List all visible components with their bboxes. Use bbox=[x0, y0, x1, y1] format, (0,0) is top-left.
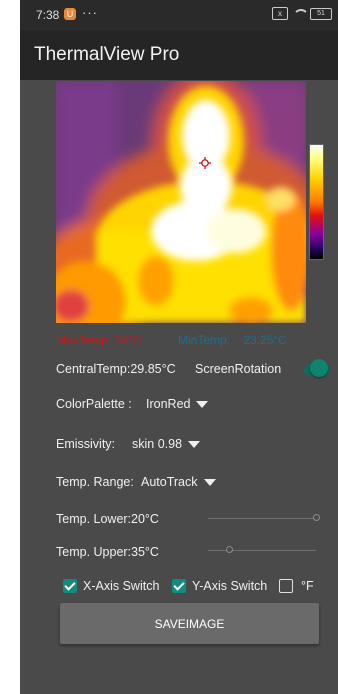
emissivity-dropdown[interactable]: skin 0.98 bbox=[132, 437, 201, 451]
temp-range-label: Temp. Range: bbox=[56, 475, 134, 489]
fahrenheit-checkbox[interactable] bbox=[279, 579, 293, 593]
phone-screen: 7:38 U ··· x 51 ThermalView Pro MaxTemp:… bbox=[20, 0, 338, 694]
status-icons: x 51 bbox=[272, 7, 332, 20]
thermal-image[interactable] bbox=[56, 81, 306, 323]
chevron-down-icon bbox=[188, 441, 201, 449]
fahrenheit-label: °F bbox=[301, 579, 314, 593]
temp-upper-label: Temp. Upper:35°C bbox=[56, 545, 159, 559]
notification-badge-icon: U bbox=[64, 8, 76, 20]
crosshair-icon bbox=[199, 157, 211, 169]
save-image-button[interactable]: SAVEIMAGE bbox=[60, 603, 319, 644]
thermal-heatmap bbox=[56, 81, 306, 323]
slider-track bbox=[208, 550, 316, 551]
x-axis-checkbox[interactable] bbox=[63, 579, 77, 593]
temp-range-value: AutoTrack bbox=[141, 475, 198, 489]
temp-range-dropdown[interactable]: AutoTrack bbox=[141, 475, 216, 489]
wifi-icon bbox=[292, 8, 309, 19]
slider-thumb[interactable] bbox=[313, 514, 320, 521]
max-temp-label: MaxTemp: 34°C bbox=[56, 333, 142, 347]
chevron-down-icon bbox=[196, 401, 209, 409]
min-temp-label: MinTemp: 23.25°C bbox=[178, 333, 287, 347]
chevron-down-icon bbox=[203, 479, 216, 487]
emissivity-value: skin 0.98 bbox=[132, 437, 183, 451]
battery-icon: 51 bbox=[310, 7, 332, 20]
x-axis-label: X-Axis Switch bbox=[83, 579, 160, 593]
toggle-knob[interactable] bbox=[310, 359, 328, 377]
color-scale-bar bbox=[309, 144, 324, 260]
color-palette-dropdown[interactable]: IronRed bbox=[146, 397, 209, 411]
status-bar: 7:38 U ··· x 51 bbox=[20, 0, 338, 30]
slider-track bbox=[208, 518, 316, 519]
emissivity-label: Emissivity: bbox=[56, 437, 116, 451]
temp-lower-label: Temp. Lower:20°C bbox=[56, 512, 159, 526]
more-notifications-icon: ··· bbox=[82, 5, 98, 20]
y-axis-label: Y-Axis Switch bbox=[192, 579, 268, 593]
color-palette-label: ColorPalette : bbox=[56, 397, 132, 411]
screen-rotation-label: ScreenRotation bbox=[195, 362, 282, 376]
sim-icon: x bbox=[272, 7, 288, 20]
status-time: 7:38 bbox=[36, 8, 60, 22]
app-title: ThermalView Pro bbox=[34, 44, 180, 65]
color-palette-value: IronRed bbox=[146, 397, 191, 411]
central-temp-label: CentralTemp:29.85°C bbox=[56, 362, 176, 376]
app-bar: ThermalView Pro bbox=[20, 30, 338, 80]
y-axis-checkbox[interactable] bbox=[172, 579, 186, 593]
slider-thumb[interactable] bbox=[226, 546, 233, 553]
